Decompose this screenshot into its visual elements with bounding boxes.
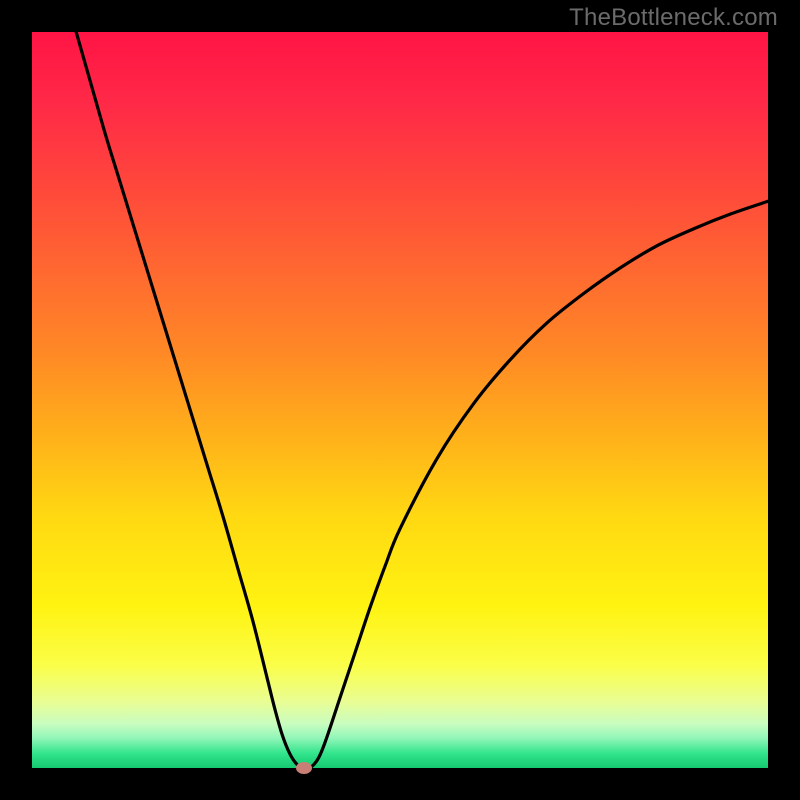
bottleneck-curve — [32, 32, 768, 768]
chart-frame: TheBottleneck.com — [0, 0, 800, 800]
watermark-text: TheBottleneck.com — [569, 4, 778, 32]
plot-area — [32, 32, 768, 768]
optimal-point-marker — [296, 762, 312, 774]
